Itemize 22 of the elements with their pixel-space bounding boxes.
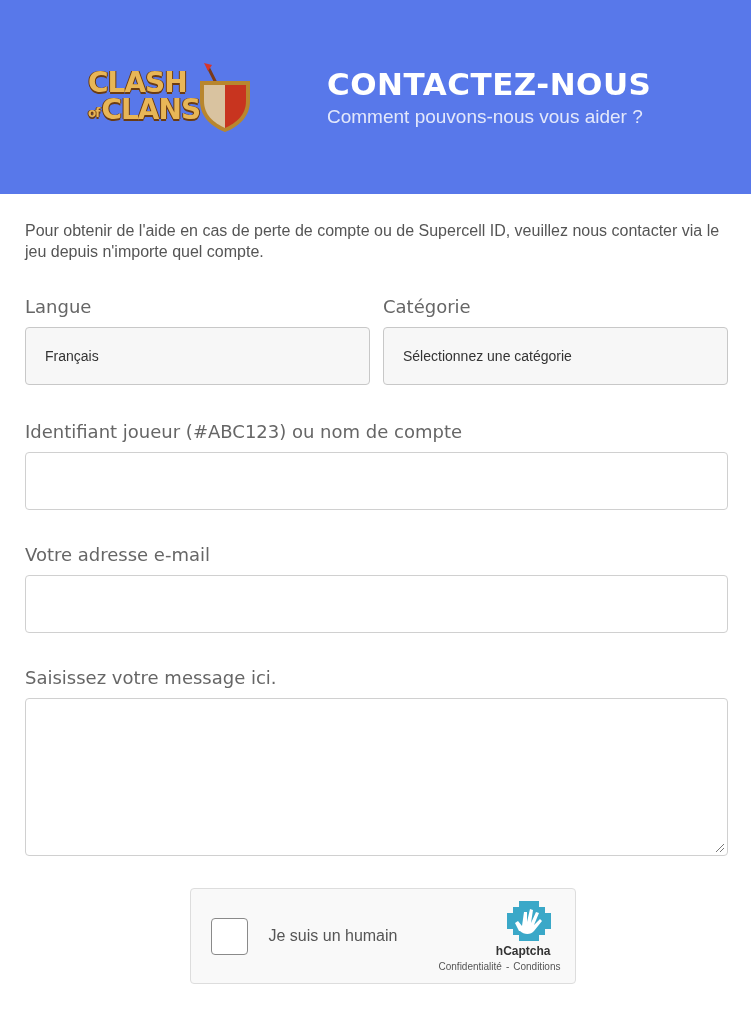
input-field[interactable] <box>25 575 728 633</box>
dropdown-field[interactable]: Sélectionnez une catégorie <box>383 327 728 385</box>
input-field[interactable] <box>25 452 728 510</box>
page-title: CONTACTEZ-NOUS <box>327 66 652 102</box>
privacy-link[interactable]: Confidentialité <box>438 960 502 972</box>
intro-text: Pour obtenir de l'aide en cas de perte de compte ou de Supercell ID, veuillez nous contacter via le jeu depuis n'importe quel compte. <box>25 221 721 262</box>
captcha-brand: hCaptcha <box>495 943 551 958</box>
field-label: Votre adresse e-mail <box>25 544 211 565</box>
message-field[interactable] <box>25 698 728 856</box>
page-subtitle: Comment pouvons-nous vous aider ? <box>327 106 644 128</box>
resize-grip-icon[interactable] <box>716 844 724 852</box>
field-label: Identifiant joueur (#ABC123) ou nom de compte <box>25 421 464 442</box>
link-separator: - <box>505 960 510 972</box>
captcha-checkbox[interactable] <box>210 917 248 955</box>
captcha-label: Je suis un humain <box>268 927 399 945</box>
field-label: Langue <box>25 296 93 317</box>
field-label: Catégorie <box>383 296 472 317</box>
hand-icon <box>506 900 551 941</box>
terms-link[interactable]: Conditions <box>513 960 561 972</box>
logo-wordmark: CLASH ofCLANS <box>88 70 201 124</box>
dropdown-field[interactable]: Français <box>25 327 370 385</box>
field-label: Saisissez votre message ici. <box>25 667 278 688</box>
